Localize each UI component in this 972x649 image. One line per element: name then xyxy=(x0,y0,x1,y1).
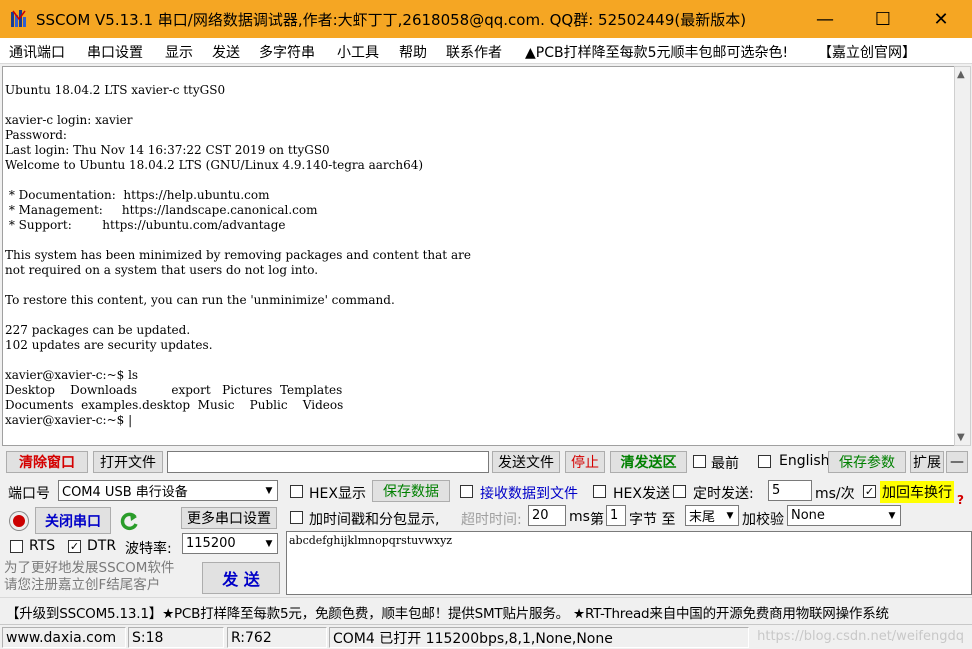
help-icon[interactable]: ? xyxy=(957,493,964,507)
menu-port-settings[interactable]: 串口设置 xyxy=(87,42,143,62)
byte-end-select[interactable]: 末尾 ▼ xyxy=(685,505,739,526)
recv-to-file-checkbox[interactable] xyxy=(460,485,473,498)
send-file-button[interactable]: 发送文件 xyxy=(492,451,560,473)
watermark-text: https://blog.csdn.net/weifengdq xyxy=(757,629,964,644)
refresh-icon[interactable] xyxy=(118,509,140,533)
promo-marquee[interactable]: 【升级到SSCOM5.13.1】★PCB打样降至每款5元，免颜色费，顺丰包邮！提… xyxy=(0,597,972,623)
more-port-settings-button[interactable]: 更多串口设置 xyxy=(181,507,277,529)
scroll-down-icon[interactable]: ▼ xyxy=(957,432,965,443)
english-label: English xyxy=(779,453,830,469)
chevron-down-icon: ▼ xyxy=(721,506,738,525)
menu-comm-port[interactable]: 通讯端口 xyxy=(9,42,65,62)
chevron-down-icon: ▼ xyxy=(883,506,900,525)
terminal-output: Ubuntu 18.04.2 LTS xavier-c ttyGS0 xavie… xyxy=(5,83,471,427)
send-textarea[interactable]: abcdefghijklmnopqrstuvwxyz xyxy=(286,531,972,595)
menu-multi-string[interactable]: 多字符串 xyxy=(259,42,315,62)
chevron-down-icon: ▼ xyxy=(260,481,277,500)
expand-button[interactable]: 扩展 xyxy=(910,451,944,473)
checksum-select[interactable]: None ▼ xyxy=(787,505,901,526)
menu-help[interactable]: 帮助 xyxy=(399,42,427,62)
byte-suffix-label: 字节 至 xyxy=(629,512,676,528)
checksum-label: 加校验 xyxy=(742,512,784,528)
rts-checkbox[interactable] xyxy=(10,540,23,553)
interval-input[interactable]: 5 xyxy=(768,480,812,501)
collapse-button[interactable]: — xyxy=(946,451,968,473)
rts-label: RTS xyxy=(29,538,56,554)
baud-label: 波特率: xyxy=(125,541,172,557)
title-bar[interactable]: SSCOM V5.13.1 串口/网络数据调试器,作者:大虾丁丁,2618058… xyxy=(0,0,972,38)
hex-display-label: HEX显示 xyxy=(309,486,366,502)
minimize-button[interactable]: — xyxy=(796,0,854,38)
menu-jlc-site[interactable]: 【嘉立创官网】 xyxy=(818,42,916,62)
open-file-button[interactable]: 打开文件 xyxy=(93,451,163,473)
chevron-down-icon: ▼ xyxy=(260,534,277,553)
latest-checkbox[interactable] xyxy=(693,455,706,468)
maximize-button[interactable]: ☐ xyxy=(854,0,912,38)
scroll-up-icon[interactable]: ▲ xyxy=(957,69,965,80)
port-select[interactable]: COM4 USB 串行设备 ▼ xyxy=(58,480,278,501)
send-button[interactable]: 发 送 xyxy=(202,562,280,594)
checksum-value: None xyxy=(791,508,825,523)
timed-send-label: 定时发送: xyxy=(693,486,754,502)
port-select-value: COM4 USB 串行设备 xyxy=(62,485,188,500)
receive-terminal[interactable]: Ubuntu 18.04.2 LTS xavier-c ttyGS0 xavie… xyxy=(2,66,954,446)
save-data-button[interactable]: 保存数据 xyxy=(372,480,450,502)
close-button[interactable]: ✕ xyxy=(912,0,970,38)
latest-label: 最前 xyxy=(711,456,739,472)
menu-display[interactable]: 显示 xyxy=(165,42,193,62)
marquee-text: 【升级到SSCOM5.13.1】★PCB打样降至每款5元，免颜色费，顺丰包邮！提… xyxy=(6,606,889,622)
hex-display-checkbox[interactable] xyxy=(290,485,303,498)
terminal-scrollbar[interactable]: ▲ ▼ xyxy=(954,66,971,446)
timeout-input[interactable]: 20 xyxy=(528,505,566,526)
menu-bar: 通讯端口 串口设置 显示 发送 多字符串 小工具 帮助 联系作者 ▲PCB打样降… xyxy=(0,38,972,64)
status-sent-count: S:18 xyxy=(128,627,224,648)
stop-button[interactable]: 停止 xyxy=(565,451,605,473)
timestamp-label: 加时间戳和分包显示, xyxy=(309,512,440,528)
hex-send-checkbox[interactable] xyxy=(593,485,606,498)
window-title: SSCOM V5.13.1 串口/网络数据调试器,作者:大虾丁丁,2618058… xyxy=(36,11,747,29)
clear-window-button[interactable]: 清除窗口 xyxy=(6,451,88,473)
status-received-count: R:762 xyxy=(227,627,327,648)
baud-value: 115200 xyxy=(186,536,236,551)
byte-prefix-label: 第 xyxy=(590,512,604,528)
menu-send[interactable]: 发送 xyxy=(212,42,240,62)
menu-contact-author[interactable]: 联系作者 xyxy=(446,42,502,62)
recv-to-file-label: 接收数据到文件 xyxy=(480,486,578,502)
status-port-info: COM4 已打开 115200bps,8,1,None,None xyxy=(329,627,749,648)
timed-send-checkbox[interactable] xyxy=(673,485,686,498)
byte-start-input[interactable]: 1 xyxy=(606,505,626,526)
file-path-input[interactable] xyxy=(167,451,489,473)
register-promo[interactable]: 为了更好地发展SSCOM软件 请您注册嘉立创F结尾客户 xyxy=(4,560,174,594)
dtr-label: DTR xyxy=(87,538,117,554)
status-bar: www.daxia.com S:18 R:762 COM4 已打开 115200… xyxy=(0,624,972,649)
hex-send-label: HEX发送 xyxy=(613,486,670,502)
save-params-button[interactable]: 保存参数 xyxy=(828,451,906,473)
english-checkbox[interactable] xyxy=(758,455,771,468)
close-port-button[interactable]: 关闭串口 xyxy=(35,507,111,534)
menu-tools[interactable]: 小工具 xyxy=(337,42,379,62)
status-site-link[interactable]: www.daxia.com xyxy=(2,627,126,648)
port-label: 端口号 xyxy=(8,486,50,502)
append-crlf-label: 加回车换行 xyxy=(880,481,954,503)
timeout-label: 超时时间: xyxy=(461,512,522,528)
menu-pcb-promo[interactable]: ▲PCB打样降至每款5元顺丰包邮可选杂色! xyxy=(525,42,788,62)
dtr-checkbox[interactable]: ✓ xyxy=(68,540,81,553)
interval-unit-label: ms/次 xyxy=(815,486,855,502)
byte-end-value: 末尾 xyxy=(689,510,716,525)
clear-send-button[interactable]: 清发送区 xyxy=(610,451,687,473)
timestamp-checkbox[interactable] xyxy=(290,511,303,524)
record-icon[interactable] xyxy=(10,512,28,530)
app-icon xyxy=(11,10,26,27)
timeout-unit-label: ms xyxy=(569,509,590,525)
append-crlf-checkbox[interactable]: ✓ xyxy=(863,485,876,498)
baud-select[interactable]: 115200 ▼ xyxy=(182,533,278,554)
send-text: abcdefghijklmnopqrstuvwxyz xyxy=(289,534,453,547)
